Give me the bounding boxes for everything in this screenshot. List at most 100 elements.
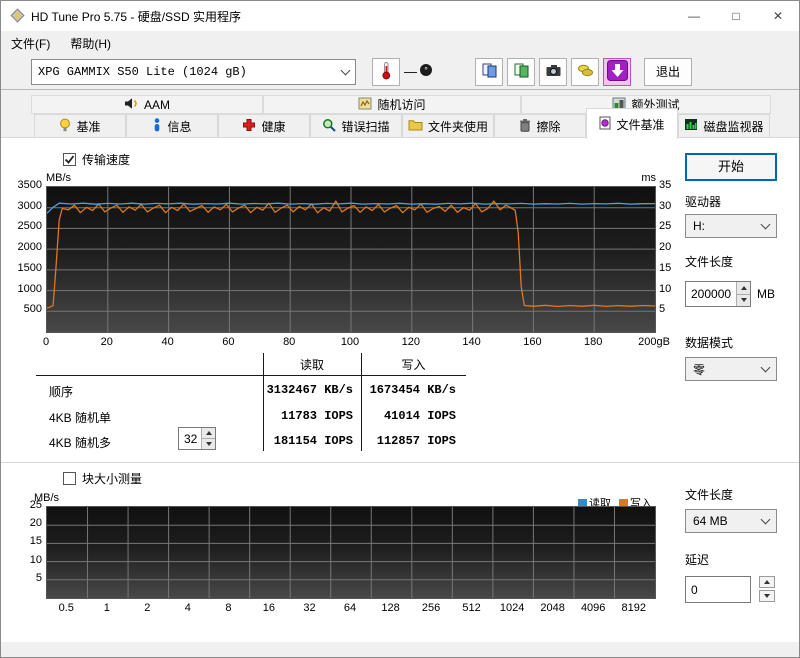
start-button[interactable]: 开始 xyxy=(685,153,777,181)
spinner-down-button[interactable] xyxy=(737,294,750,306)
axis-tick-label: 100 xyxy=(340,336,360,348)
block-size-checkbox[interactable]: 块大小测量 xyxy=(63,470,142,487)
maximize-button[interactable]: □ xyxy=(715,1,757,31)
transfer-speed-chart-canvas xyxy=(46,187,656,332)
tab-file-benchmark[interactable]: 文件基准 xyxy=(586,108,678,139)
table-header-rule xyxy=(36,375,466,376)
drive-select-value: XPG GAMMIX S50 Lite (1024 gB) xyxy=(38,65,247,79)
menu-file[interactable]: 文件(F) xyxy=(1,31,60,55)
delay-down-button[interactable] xyxy=(759,590,775,602)
file-length-dropdown-value: 64 MB xyxy=(693,514,728,528)
menu-bar: 文件(F) 帮助(H) xyxy=(1,31,799,55)
data-mode-label: 数据模式 xyxy=(685,336,734,350)
tab-label: 磁盘监视器 xyxy=(703,119,764,134)
row-label-4k-multi: 4KB 随机多 xyxy=(49,436,112,450)
axis-tick-label: 25 xyxy=(659,220,672,233)
axis-tick-label: 1024 xyxy=(499,602,525,614)
axis-tick-label: 15 xyxy=(29,535,42,548)
tab-health[interactable]: 健康 xyxy=(218,114,310,138)
column-header-read: 读取 xyxy=(299,358,324,372)
menu-help[interactable]: 帮助(H) xyxy=(60,31,121,55)
file-length-dropdown[interactable]: 64 MB xyxy=(685,509,777,533)
y-axis-unit-right: ms xyxy=(641,172,656,184)
axis-tick-label: 20 xyxy=(659,241,672,254)
checkbox-checked-icon xyxy=(63,153,76,166)
tab-label: AAM xyxy=(143,97,170,112)
4k-multi-write-value: 112857 IOPS xyxy=(376,434,456,448)
axis-tick-label: 2000 xyxy=(17,241,42,254)
tab-info[interactable]: 信息 xyxy=(126,114,218,138)
drive-select[interactable]: XPG GAMMIX S50 Lite (1024 gB) xyxy=(31,59,356,85)
y-axis-unit-bottom: MB/s xyxy=(34,492,60,504)
delay-input[interactable]: 0 xyxy=(685,576,751,603)
chevron-down-icon xyxy=(340,65,351,76)
svg-text:°: ° xyxy=(424,66,428,76)
axis-tick-label: 15 xyxy=(659,261,672,274)
4k-single-read-value: 11783 IOPS xyxy=(280,409,353,423)
axis-tick-label: 20 xyxy=(100,336,113,348)
axis-tick-label: 512 xyxy=(462,602,481,614)
tab-label: 文件基准 xyxy=(616,117,665,132)
file-length-spinner[interactable]: 200000 xyxy=(685,281,751,307)
info-icon xyxy=(152,117,162,135)
trash-icon xyxy=(519,118,531,135)
axis-tick-label: 80 xyxy=(283,336,296,348)
tab-disk-monitor[interactable]: 磁盘监视器 xyxy=(678,114,770,138)
axis-tick-label: 200gB xyxy=(638,336,670,348)
export-button[interactable] xyxy=(571,58,599,86)
tab-strip: AAM 随机访问 额外测试 基准 信息 健康 错误扫描 文件夹使用 擦除 文件基… xyxy=(1,90,799,139)
axis-tick-label: 10 xyxy=(659,282,672,295)
tab-label: 随机访问 xyxy=(377,98,426,112)
axis-tick-label: 35 xyxy=(659,179,672,191)
save-results-button[interactable] xyxy=(603,58,631,86)
temperature-value: — xyxy=(404,64,417,79)
copy-to-clipboard-button[interactable] xyxy=(475,58,503,86)
tab-benchmark[interactable]: 基准 xyxy=(34,114,126,138)
axis-tick-label: 20 xyxy=(29,517,42,530)
tab-random-access[interactable]: 随机访问 xyxy=(263,95,521,114)
health-cross-icon xyxy=(242,118,256,135)
delay-up-button[interactable] xyxy=(759,576,775,588)
axis-tick-label: 30 xyxy=(659,199,672,212)
axis-tick-label: 0 xyxy=(42,336,50,348)
drive-label: 驱动器 xyxy=(685,195,722,209)
spinner-buttons xyxy=(736,282,750,306)
axis-tick-label: 140 xyxy=(462,336,481,348)
data-mode-dropdown[interactable]: 零 xyxy=(685,357,777,381)
checkbox-unchecked-icon xyxy=(63,472,76,485)
tab-erase[interactable]: 擦除 xyxy=(494,114,586,138)
copy-to-file-button[interactable] xyxy=(507,58,535,86)
temperature-button[interactable] xyxy=(372,58,400,86)
drive-dropdown[interactable]: H: xyxy=(685,214,777,238)
tab-folder-usage[interactable]: 文件夹使用 xyxy=(402,114,494,138)
tab-label: 基准 xyxy=(76,119,101,134)
delay-value: 0 xyxy=(691,582,698,597)
axis-tick-label: 2048 xyxy=(540,602,565,614)
tab-label: 健康 xyxy=(261,119,286,134)
axis-tick-label: 8192 xyxy=(621,602,646,614)
checkbox-label: 块大小测量 xyxy=(82,472,143,486)
minimize-button[interactable]: — xyxy=(673,1,715,31)
close-button[interactable]: ✕ xyxy=(757,1,799,31)
transfer-speed-checkbox[interactable]: 传输速度 xyxy=(63,151,130,168)
axis-tick-label: 10 xyxy=(29,553,42,566)
checkbox-label: 传输速度 xyxy=(82,153,131,167)
window-title: HD Tune Pro 5.75 - 硬盘/SSD 实用程序 xyxy=(31,9,242,24)
results-table: 读取 写入 顺序 3132467 KB/s 1673454 KB/s 4KB 随… xyxy=(36,353,466,453)
axis-tick-label: 4 xyxy=(184,602,191,614)
axis-tick-label: 3000 xyxy=(17,199,42,212)
exit-button[interactable]: 退出 xyxy=(644,58,692,86)
4k-single-write-value: 41014 IOPS xyxy=(383,409,456,423)
tab-label: 文件夹使用 xyxy=(427,119,488,134)
tab-aam[interactable]: AAM xyxy=(31,95,263,114)
app-window: HD Tune Pro 5.75 - 硬盘/SSD 实用程序 — □ ✕ 文件(… xyxy=(0,0,800,658)
axis-tick-label: 1500 xyxy=(17,261,42,274)
screenshot-button[interactable] xyxy=(539,58,567,86)
spinner-up-button[interactable] xyxy=(737,282,750,295)
drive-dropdown-value: H: xyxy=(693,219,705,233)
axis-tick-label: 3500 xyxy=(17,179,42,191)
axis-tick-label: 120 xyxy=(401,336,420,348)
file-benchmark-icon xyxy=(599,116,611,133)
tab-error-scan[interactable]: 错误扫描 xyxy=(310,114,402,138)
axis-tick-label: 40 xyxy=(161,336,174,348)
